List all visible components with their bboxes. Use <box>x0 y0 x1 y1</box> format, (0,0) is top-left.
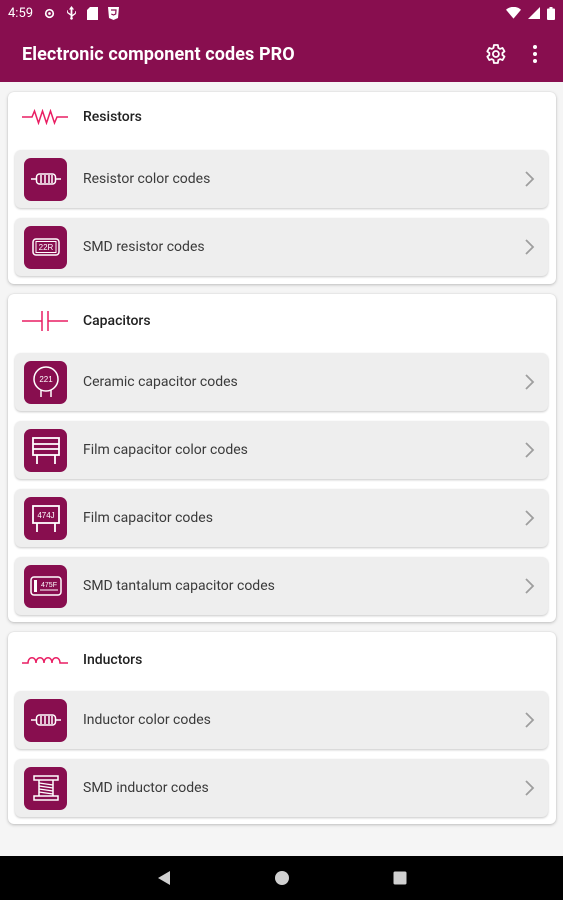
film-capacitor-color-icon <box>24 428 67 472</box>
section-title: Resistors <box>83 109 142 125</box>
usb-icon <box>66 6 77 20</box>
film-icon-text: 474J <box>37 511 54 520</box>
section-title: Capacitors <box>83 313 151 329</box>
section-resistors: Resistors Resistor color codes 22R SMD r… <box>8 92 556 284</box>
settings-button[interactable] <box>475 34 515 74</box>
capacitor-symbol-icon <box>22 311 68 331</box>
tantalum-capacitor-icon: 475F <box>24 564 67 608</box>
content-area: Resistors Resistor color codes 22R SMD r… <box>0 82 563 856</box>
list-item[interactable]: Film capacitor color codes <box>15 421 548 479</box>
wifi-icon <box>506 7 521 19</box>
list-item[interactable]: 475F SMD tantalum capacitor codes <box>15 557 548 615</box>
more-vert-icon <box>533 45 537 63</box>
ceramic-capacitor-icon: 221 <box>24 360 67 404</box>
chevron-right-icon <box>525 374 535 390</box>
cell-signal-icon <box>528 7 540 19</box>
list-item[interactable]: Resistor color codes <box>15 150 548 208</box>
section-title: Inductors <box>83 652 143 668</box>
ceramic-icon-text: 221 <box>39 375 53 384</box>
chevron-right-icon <box>525 510 535 526</box>
list-item-label: Inductor color codes <box>83 712 211 728</box>
back-triangle-icon <box>157 871 170 885</box>
resistor-color-icon <box>24 157 67 201</box>
list-item[interactable]: 474J Film capacitor codes <box>15 489 548 547</box>
home-button[interactable] <box>271 867 293 889</box>
status-bar: 4:59 <box>0 0 563 26</box>
app-bar: Electronic component codes PRO <box>0 26 563 82</box>
home-circle-icon <box>274 871 289 885</box>
chevron-right-icon <box>525 780 535 796</box>
gear-icon <box>486 44 506 64</box>
list-item-label: Film capacitor codes <box>83 510 213 526</box>
section-capacitors: Capacitors 221 Ceramic capacitor codes F… <box>8 294 556 622</box>
chevron-right-icon <box>525 239 535 255</box>
html5-icon <box>108 6 120 20</box>
overflow-menu-button[interactable] <box>515 34 555 74</box>
resistor-symbol-icon <box>22 109 68 125</box>
list-item-label: Ceramic capacitor codes <box>83 374 238 390</box>
sd-card-icon <box>87 6 99 20</box>
status-time: 4:59 <box>8 5 34 21</box>
list-item-label: SMD tantalum capacitor codes <box>83 578 275 594</box>
list-item-label: SMD resistor codes <box>83 239 205 255</box>
inductor-color-icon <box>24 698 67 742</box>
tantalum-icon-text: 475F <box>41 582 57 589</box>
list-item-label: Film capacitor color codes <box>83 442 248 458</box>
list-item-label: Resistor color codes <box>83 171 211 187</box>
inductor-symbol-icon <box>22 652 68 668</box>
list-item[interactable]: 221 Ceramic capacitor codes <box>15 353 548 411</box>
chevron-right-icon <box>525 712 535 728</box>
chevron-right-icon <box>525 442 535 458</box>
chevron-right-icon <box>525 578 535 594</box>
list-item[interactable]: SMD inductor codes <box>15 759 548 817</box>
smd-resistor-icon: 22R <box>24 225 67 269</box>
list-item[interactable]: Inductor color codes <box>15 691 548 749</box>
recents-square-icon <box>393 871 406 885</box>
smd-resistor-icon-text: 22R <box>38 243 53 252</box>
app-title: Electronic component codes PRO <box>22 43 295 65</box>
film-capacitor-icon: 474J <box>24 496 67 540</box>
chevron-right-icon <box>525 171 535 187</box>
recents-button[interactable] <box>389 867 411 889</box>
list-item[interactable]: 22R SMD resistor codes <box>15 218 548 276</box>
system-navigation-bar <box>0 856 563 900</box>
smd-inductor-icon <box>24 766 67 810</box>
section-inductors: Inductors Inductor color codes SMD induc… <box>8 632 556 824</box>
list-item-label: SMD inductor codes <box>83 780 209 796</box>
back-button[interactable] <box>153 867 175 889</box>
gear-notification-icon <box>43 7 56 20</box>
battery-icon <box>547 6 555 20</box>
